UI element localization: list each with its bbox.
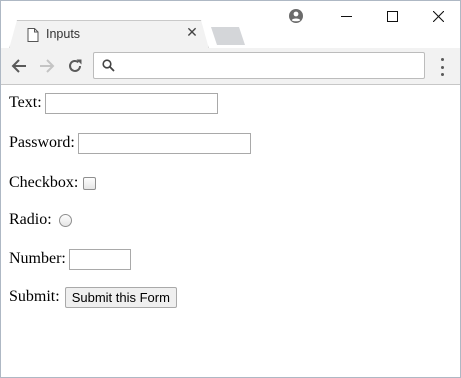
title-bar: Inputs ✕ [1,1,460,49]
maximize-icon [386,10,398,22]
browser-toolbar [1,48,460,85]
submit-row: Submit: Submit this Form [9,286,177,308]
account-circle-icon [289,9,303,23]
new-tab-button[interactable] [211,27,245,45]
number-input[interactable] [68,248,131,270]
maximize-button[interactable] [369,1,415,31]
close-icon [432,10,444,22]
password-input[interactable] [77,132,251,154]
text-input[interactable] [44,92,218,114]
text-label: Text: [9,94,42,111]
forward-button[interactable] [37,56,57,76]
text-row: Text: [9,92,218,114]
profile-button[interactable] [273,1,319,31]
back-button[interactable] [9,56,29,76]
submit-button[interactable]: Submit this Form [64,286,177,308]
password-label: Password: [9,134,75,151]
tab-inputs[interactable]: Inputs ✕ [10,21,208,49]
checkbox-label: Checkbox: [9,174,79,191]
radio-label: Radio: [9,211,52,228]
radio-row: Radio: [9,209,72,231]
kebab-menu-icon[interactable] [435,58,449,76]
number-row: Number: [9,248,131,270]
radio-input[interactable] [58,213,72,227]
document-icon [27,28,39,42]
reload-icon [69,59,82,72]
reload-button[interactable] [65,56,85,76]
forward-arrow-icon [40,59,55,73]
close-window-button[interactable] [415,1,460,31]
search-icon [102,59,115,72]
tab-close-icon[interactable]: ✕ [185,25,199,39]
browser-window: Inputs ✕ Text: Password: Checkbox: Radio… [0,0,461,378]
submit-label: Submit: [9,288,60,305]
number-label: Number: [9,250,66,267]
address-bar[interactable] [93,52,425,79]
address-input[interactable] [122,56,418,75]
password-row: Password: [9,132,251,154]
checkbox-input[interactable] [83,176,97,190]
checkbox-row: Checkbox: [9,172,97,194]
minimize-button[interactable] [323,1,369,31]
back-arrow-icon [11,59,26,73]
tab-title: Inputs [46,27,81,41]
minimize-icon [340,15,352,17]
page-content: Text: Password: Checkbox: Radio: Number:… [1,86,460,377]
